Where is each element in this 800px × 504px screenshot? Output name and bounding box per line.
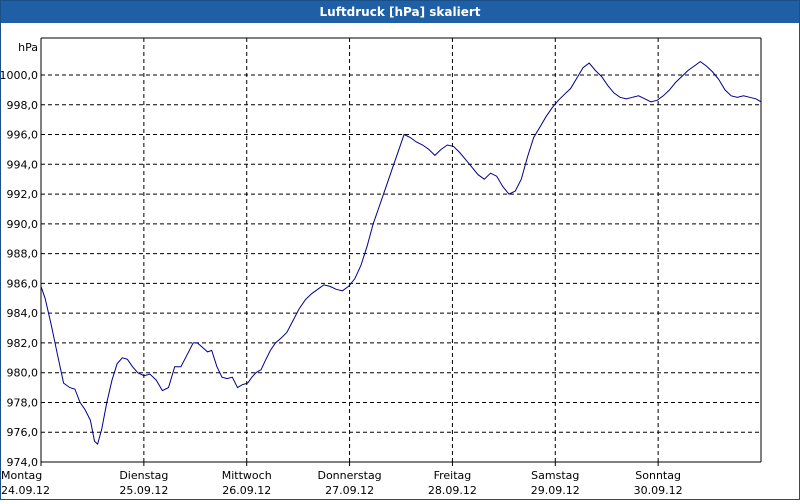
plot-area: 974,0 976,0 978,0 980,0 982,0 984,0 986,0 988,0… bbox=[0, 23, 799, 499]
x-tick-day: Donnerstag bbox=[317, 469, 381, 482]
x-tick-date: 25.09.12 bbox=[119, 484, 168, 497]
pressure-chart: 974,0 976,0 978,0 980,0 982,0 984,0 986,0 988,0… bbox=[0, 37, 762, 497]
x-tick-date: 28.09.12 bbox=[428, 484, 477, 497]
y-tick-label: 988,0 bbox=[7, 248, 39, 261]
y-tick-label: 994,0 bbox=[7, 158, 39, 171]
x-tick-date: 29.09.12 bbox=[531, 484, 580, 497]
window-title: Luftdruck [hPa] skaliert bbox=[1, 1, 799, 23]
x-tick-day: Dienstag bbox=[119, 469, 168, 482]
x-tick-day: Montag bbox=[1, 469, 42, 482]
x-tick-day: Samstag bbox=[531, 469, 579, 482]
y-axis-label: hPa bbox=[18, 41, 38, 54]
pressure-series-line bbox=[40, 60, 762, 446]
y-tick-label: 980,0 bbox=[7, 367, 39, 380]
chart-window: Luftdruck [hPa] skaliert 974,0 976,0 978,0… bbox=[0, 0, 800, 500]
x-tick-date: 27.09.12 bbox=[325, 484, 374, 497]
y-tick-label: 1000,0 bbox=[1, 69, 38, 82]
x-tick-date: 30.09.12 bbox=[634, 484, 683, 497]
x-tick-date: 24.09.12 bbox=[1, 484, 50, 497]
x-tick-day: Sonntag bbox=[635, 469, 681, 482]
y-tick-label: 986,0 bbox=[7, 277, 39, 290]
y-tick-label: 990,0 bbox=[7, 218, 39, 231]
x-tick-date: 26.09.12 bbox=[222, 484, 271, 497]
y-tick-label: 982,0 bbox=[7, 337, 39, 350]
x-tick-day: Mittwoch bbox=[222, 469, 272, 482]
x-tick-day: Freitag bbox=[434, 469, 472, 482]
y-tick-label: 974,0 bbox=[7, 456, 39, 469]
y-tick-label: 978,0 bbox=[7, 396, 39, 409]
y-tick-label: 998,0 bbox=[7, 99, 39, 112]
y-tick-label: 976,0 bbox=[7, 426, 39, 439]
y-tick-label: 996,0 bbox=[7, 129, 39, 142]
y-tick-label: 984,0 bbox=[7, 307, 39, 320]
y-tick-label: 992,0 bbox=[7, 188, 39, 201]
